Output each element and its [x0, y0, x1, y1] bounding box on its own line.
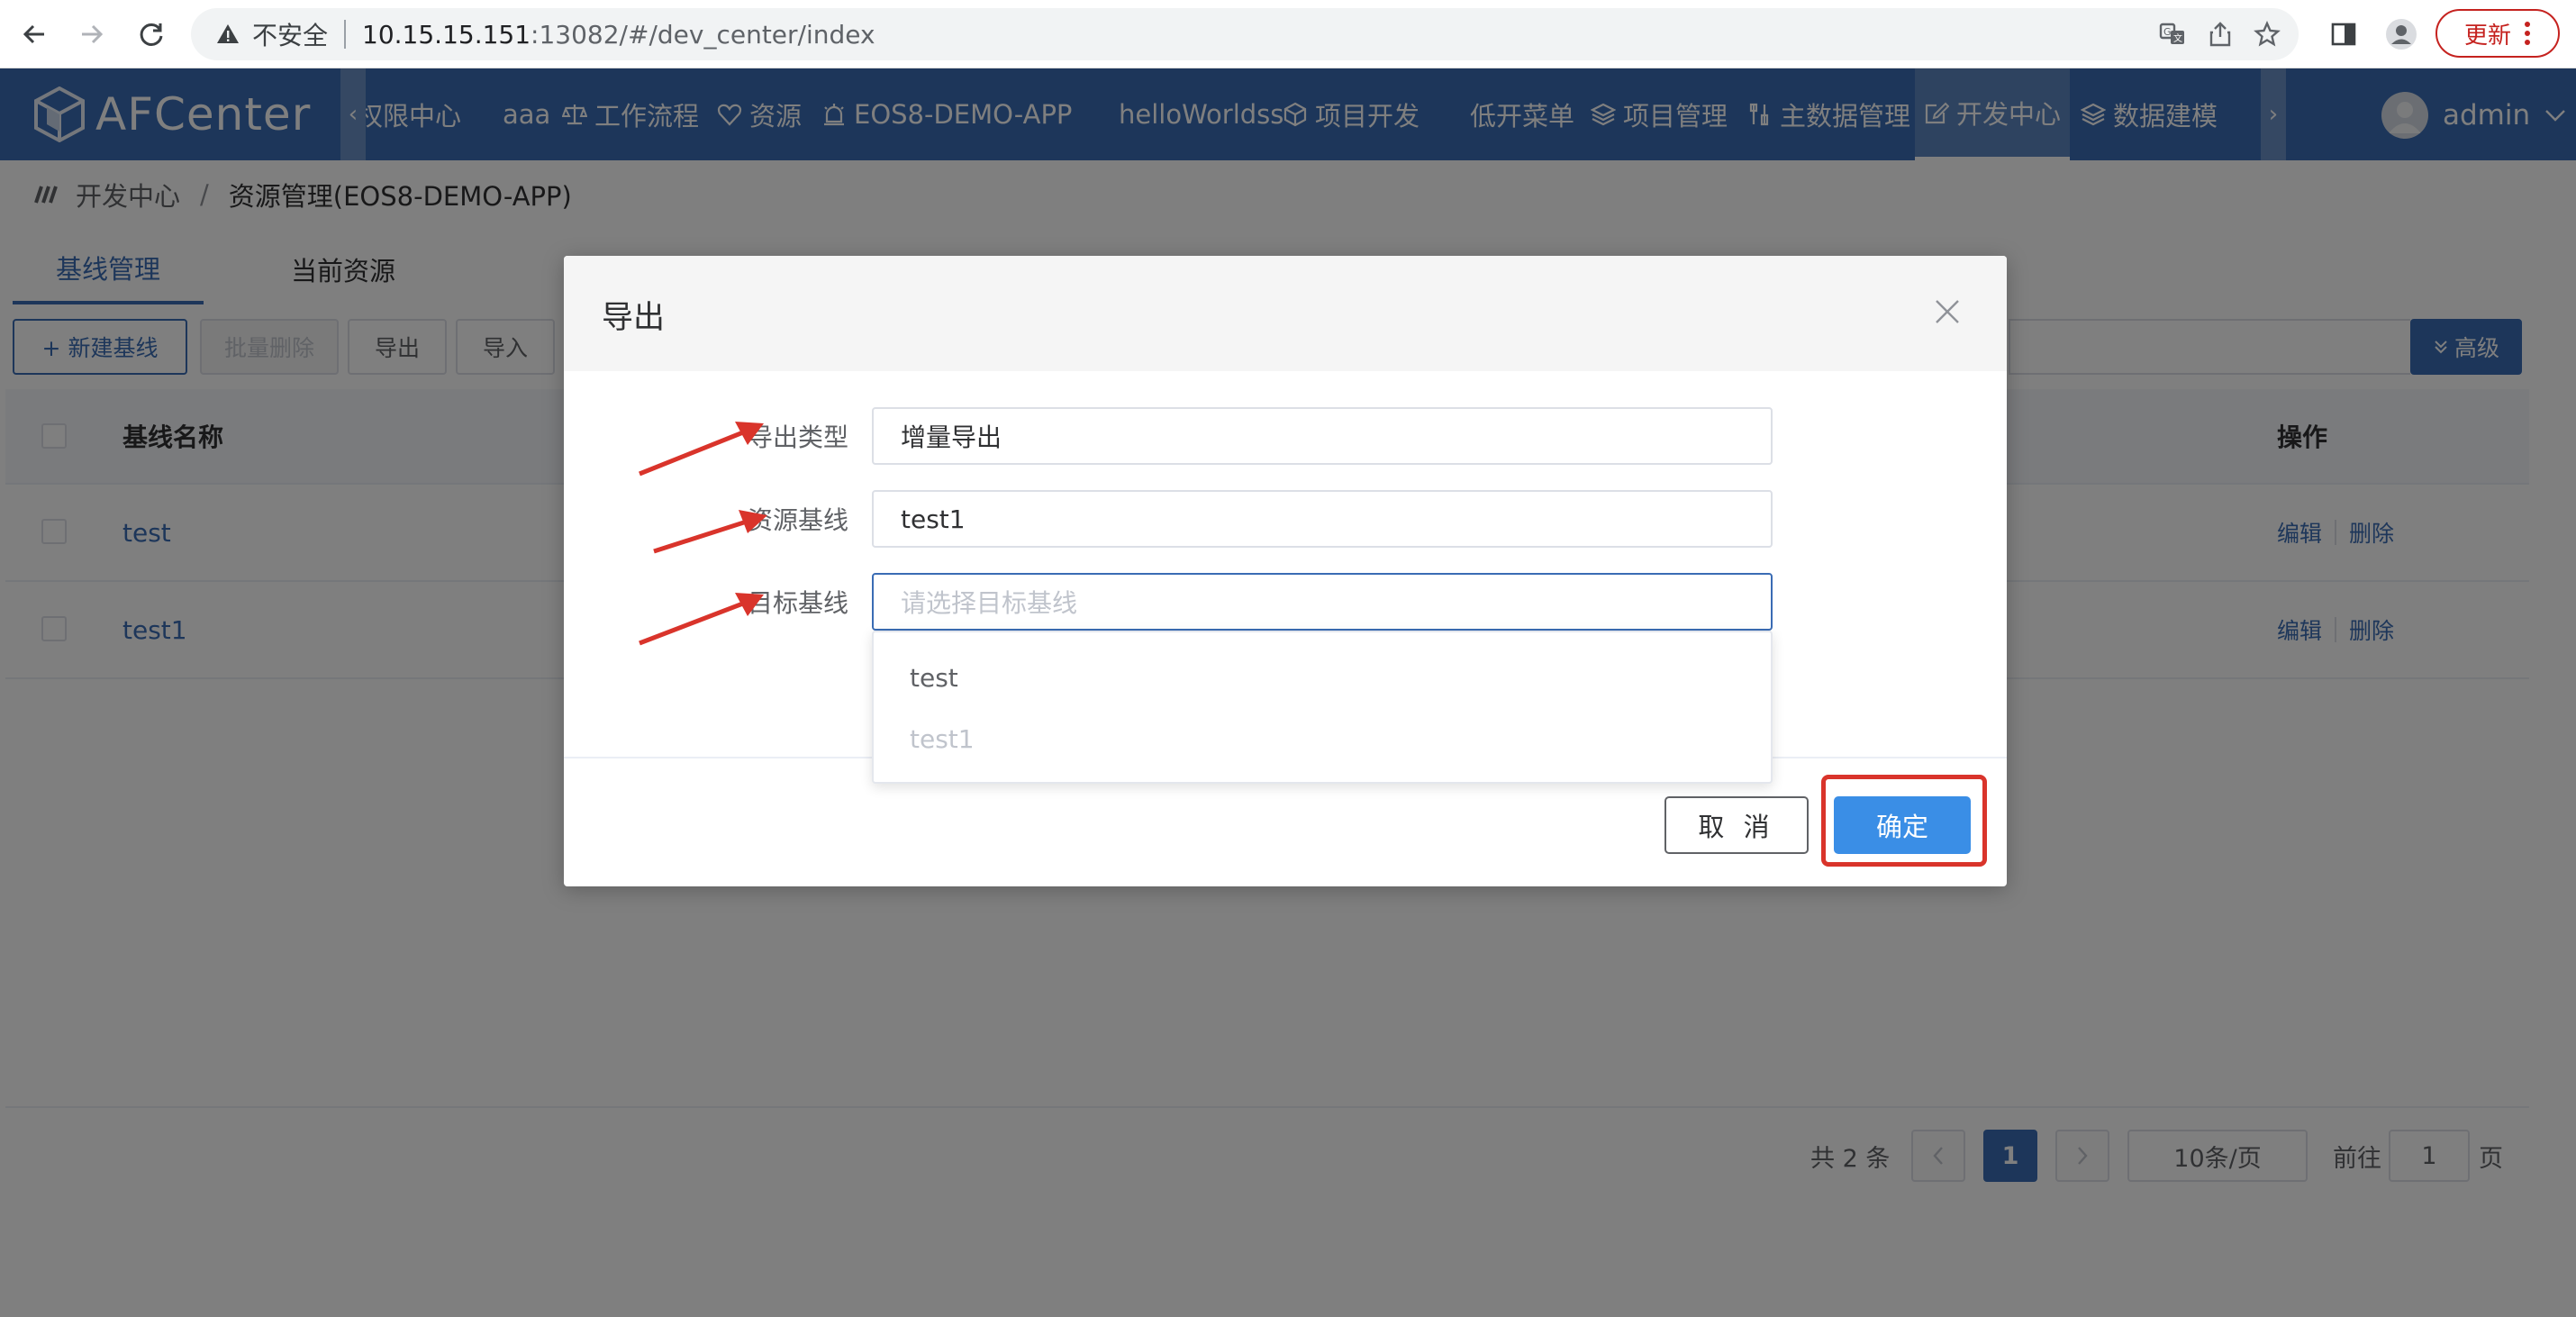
confirm-highlight-box: [1821, 775, 1987, 867]
export-dialog: 导出 导出类型 增量导出 资源基线 test1 目标基线 请选择目标基线 取 消…: [564, 256, 2007, 886]
svg-text:文: 文: [2173, 32, 2182, 44]
back-button[interactable]: [13, 13, 56, 56]
browser-toolbar: 不安全 10.15.15.151 :13082/#/dev_center/ind…: [0, 0, 2576, 68]
profile-icon: [2386, 19, 2417, 50]
reload-button[interactable]: [130, 13, 173, 56]
cancel-button[interactable]: 取 消: [1664, 796, 1809, 854]
url-path: :13082/#/dev_center/index: [531, 19, 875, 50]
dialog-title: 导出: [602, 300, 666, 336]
target-baseline-dropdown: test test1: [872, 631, 1773, 784]
annotation-arrow-icon: [639, 422, 764, 477]
warning-icon: [217, 24, 239, 43]
url-host: 10.15.15.151: [362, 19, 531, 50]
dropdown-option-disabled[interactable]: test1: [910, 724, 975, 754]
address-bar[interactable]: 不安全 10.15.15.151 :13082/#/dev_center/ind…: [191, 8, 2299, 60]
address-bar-actions: G文: [2158, 8, 2281, 60]
browser-update-button[interactable]: 更新: [2435, 9, 2560, 58]
translate-icon[interactable]: G文: [2158, 20, 2187, 49]
dialog-header: 导出: [564, 256, 2007, 371]
target-baseline-placeholder: 请选择目标基线: [901, 588, 1078, 618]
export-type-select[interactable]: 增量导出: [872, 407, 1773, 465]
svg-text:G: G: [2163, 26, 2172, 38]
annotation-arrow-icon: [639, 593, 764, 646]
bookmark-star-icon[interactable]: [2254, 21, 2281, 48]
side-panel-icon: [2331, 23, 2356, 46]
back-arrow-icon: [23, 24, 44, 44]
insecure-label: 不安全: [252, 21, 329, 50]
reload-icon: [140, 23, 163, 46]
close-icon: [1936, 300, 1959, 323]
more-vertical-icon: [2525, 22, 2530, 45]
forward-arrow-icon: [82, 24, 104, 44]
dialog-close-button[interactable]: [1926, 290, 1969, 333]
dropdown-option[interactable]: test: [910, 663, 958, 693]
annotation-arrow-icon: [653, 510, 767, 554]
address-separator: [344, 20, 347, 49]
forward-button[interactable]: [70, 13, 113, 56]
target-baseline-select[interactable]: 请选择目标基线: [872, 573, 1773, 631]
source-baseline-select[interactable]: test1: [872, 490, 1773, 548]
share-icon[interactable]: [2207, 21, 2234, 48]
side-panel-button[interactable]: [2322, 13, 2365, 56]
update-label: 更新: [2463, 22, 2511, 50]
profile-button[interactable]: [2380, 13, 2423, 56]
